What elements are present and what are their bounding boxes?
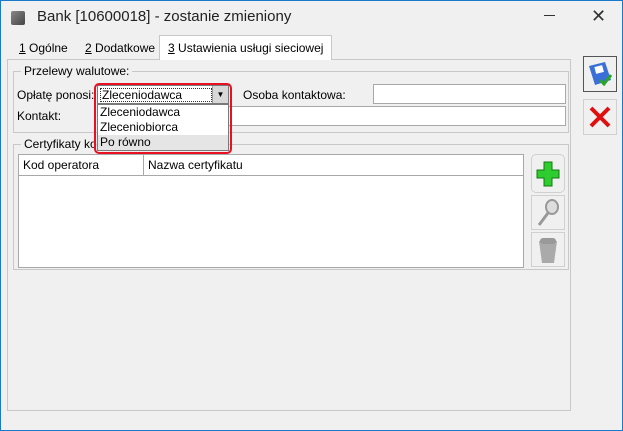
column-header-kod[interactable]: Kod operatora: [18, 154, 144, 176]
tab-label: Ogólne: [25, 41, 68, 55]
osoba-label: Osoba kontaktowa:: [243, 88, 346, 102]
column-header-nazwa[interactable]: Nazwa certyfikatu: [143, 154, 524, 176]
x-icon: [589, 106, 611, 128]
tab-dodatkowe[interactable]: 2 Dodatkowe: [77, 38, 163, 60]
magnifier-icon: [537, 198, 559, 226]
view-button[interactable]: [531, 195, 565, 230]
tab-ogolne[interactable]: 1 Ogólne: [11, 38, 76, 60]
window-title: Bank [10600018] - zostanie zmieniony: [37, 8, 292, 25]
osoba-kontaktowa-input[interactable]: [373, 84, 566, 104]
highlight-box: [94, 83, 232, 154]
plus-icon: [536, 161, 560, 186]
tab-label: Dodatkowe: [91, 41, 156, 55]
add-button[interactable]: [531, 154, 565, 193]
tab-number: 2: [85, 41, 92, 55]
close-button[interactable]: ✕: [591, 6, 606, 27]
kontakt-label: Kontakt:: [17, 109, 62, 123]
cancel-button[interactable]: [583, 99, 617, 135]
tab-ustawienia-uslugi-sieciowej[interactable]: 3 Ustawienia usługi sieciowej: [159, 35, 333, 60]
oplate-label: Opłatę ponosi:: [17, 88, 95, 102]
app-icon: [11, 11, 25, 25]
trash-icon: [539, 237, 557, 263]
delete-button[interactable]: [531, 232, 565, 267]
save-icon: [589, 62, 613, 87]
tab-label: Ustawienia usługi sieciowej: [174, 41, 324, 55]
minimize-button[interactable]: [544, 15, 555, 16]
tab-number: 3: [168, 41, 175, 55]
group-legend: Przelewy walutowe:: [21, 64, 133, 78]
window: Bank [10600018] - zostanie zmieniony ✕ 1…: [0, 0, 623, 431]
tab-number: 1: [19, 41, 26, 55]
save-button[interactable]: [583, 56, 617, 92]
